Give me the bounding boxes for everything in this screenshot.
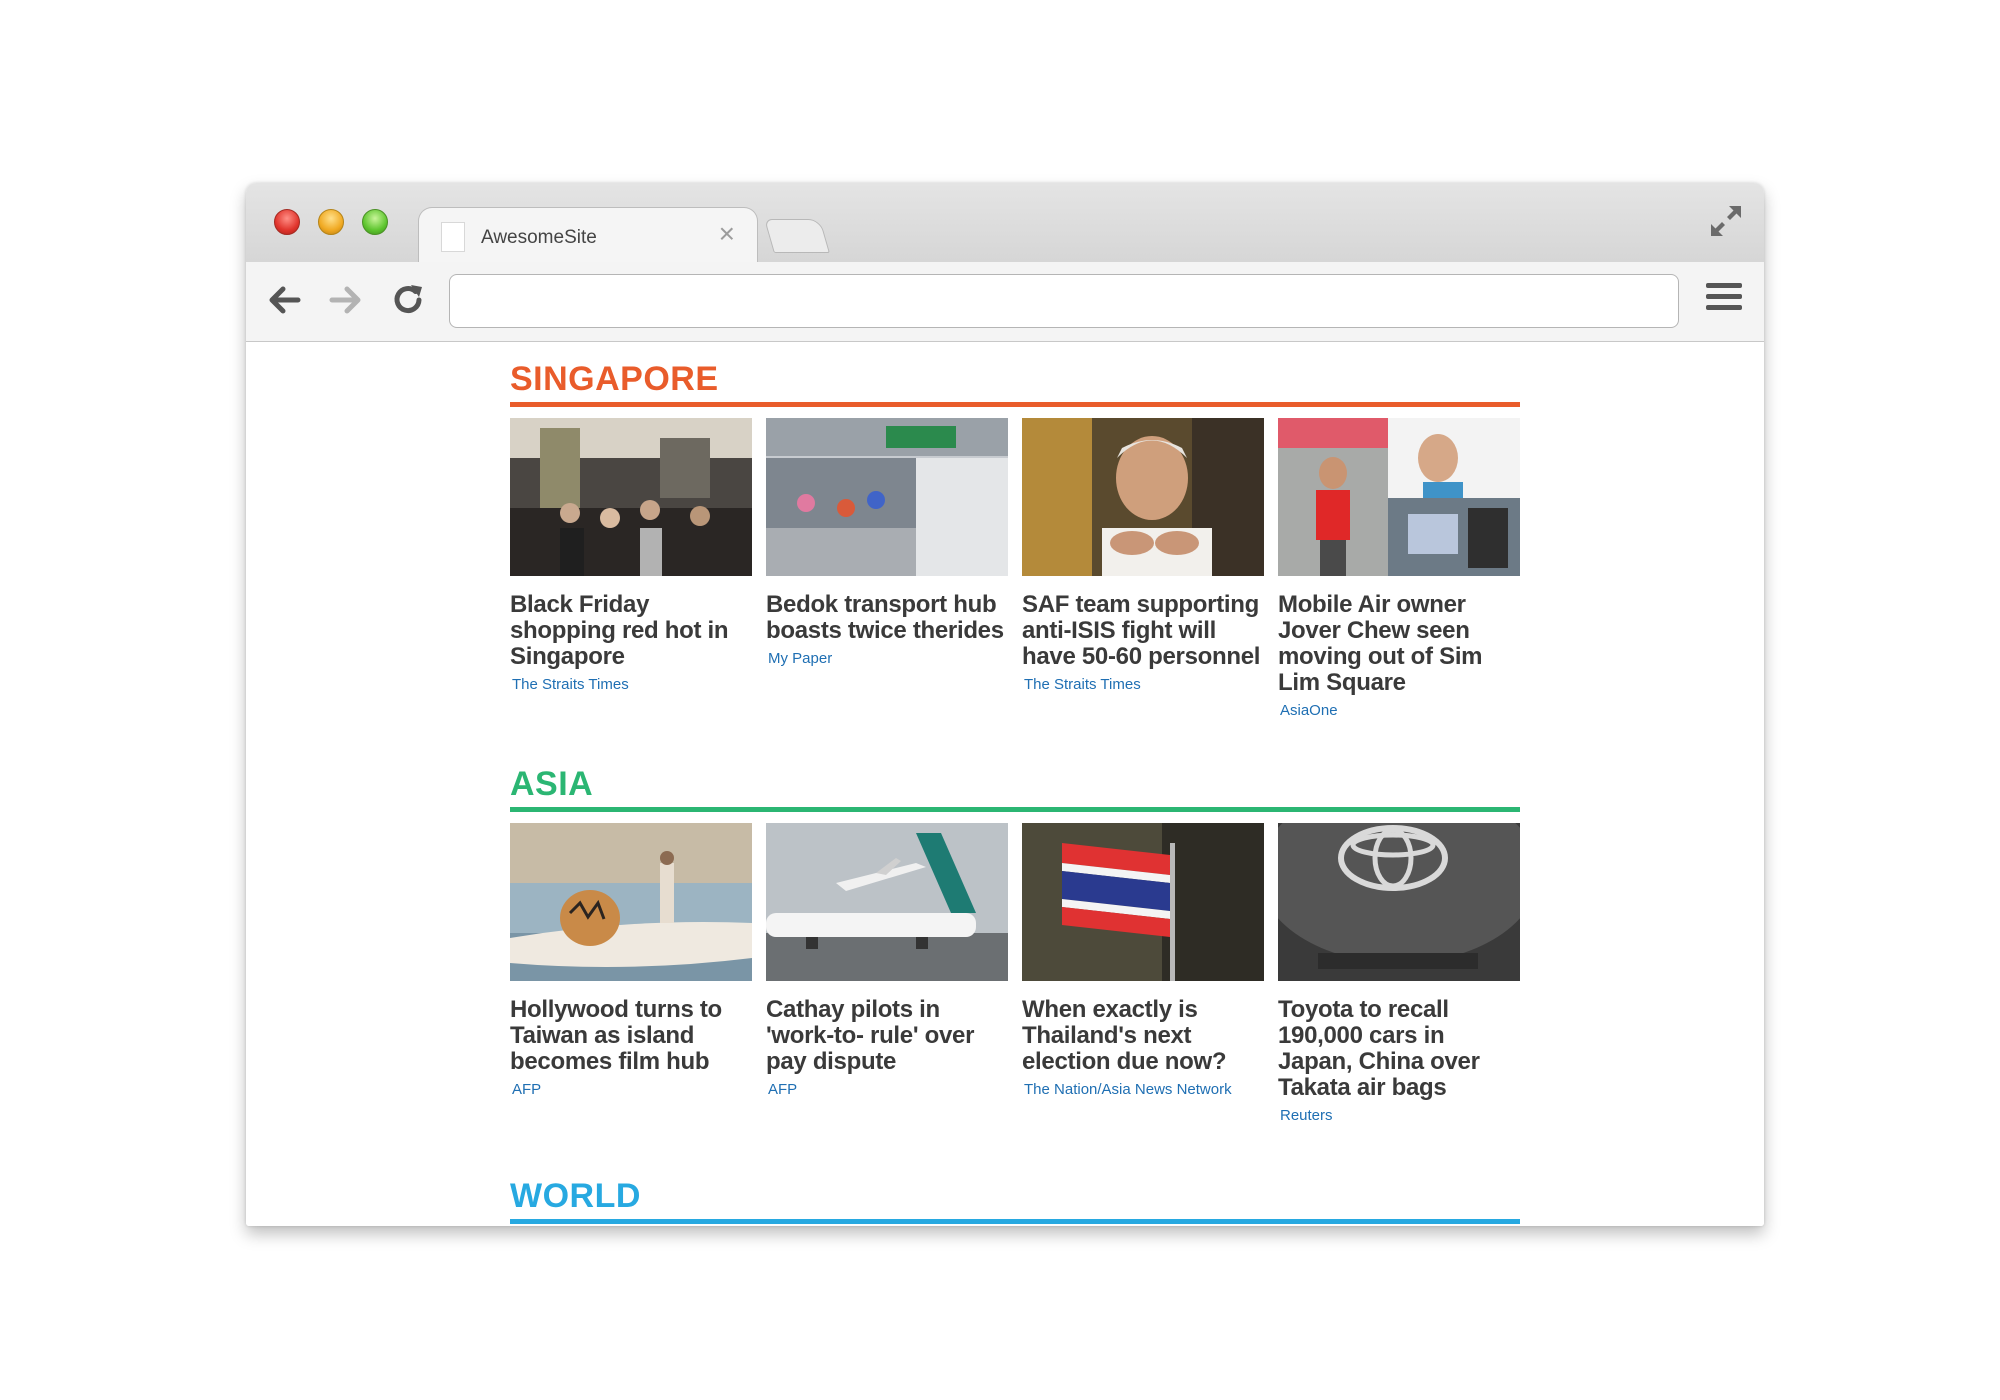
minimize-window-button[interactable]	[318, 209, 344, 235]
story-source[interactable]: The Straits Times	[510, 676, 752, 693]
section-singapore: SINGAPORE Black Friday shopping red hot …	[510, 362, 1520, 719]
forward-icon[interactable]	[326, 280, 366, 320]
story-source[interactable]: Reuters	[1278, 1107, 1520, 1124]
story-headline[interactable]: When exactly is Thailand's next election…	[1022, 997, 1264, 1075]
address-bar[interactable]	[449, 274, 1679, 328]
story-source[interactable]: AFP	[510, 1081, 752, 1098]
tab-awesomesite[interactable]: AwesomeSite ×	[418, 207, 758, 265]
story-headline[interactable]: SAF team supporting anti-ISIS fight will…	[1022, 592, 1264, 670]
story-source[interactable]: AsiaOne	[1278, 702, 1520, 719]
section-divider	[510, 1219, 1520, 1224]
section-divider	[510, 402, 1520, 407]
story-headline[interactable]: Toyota to recall 190,000 cars in Japan, …	[1278, 997, 1520, 1101]
story-thumbnail[interactable]	[1278, 418, 1520, 576]
story-headline[interactable]: Mobile Air owner Jover Chew seen moving …	[1278, 592, 1520, 696]
story-thumbnail[interactable]	[510, 418, 752, 576]
section-divider	[510, 807, 1520, 812]
story-card[interactable]: Black Friday shopping red hot in Singapo…	[510, 418, 752, 719]
reload-icon[interactable]	[388, 280, 428, 320]
story-thumbnail[interactable]	[766, 823, 1008, 981]
fullscreen-icon[interactable]	[1708, 203, 1744, 239]
story-thumbnail[interactable]	[510, 823, 752, 981]
section-asia: ASIA Hollywood turns to Taiwan as island	[510, 767, 1539, 1124]
story-headline[interactable]: Bedok transport hub boasts twice theride…	[766, 592, 1008, 644]
page-content: SINGAPORE Black Friday shopping red hot …	[246, 342, 1764, 1226]
story-list: Hollywood turns to Taiwan as island beco…	[510, 783, 1539, 1124]
toolbar	[246, 262, 1764, 342]
zoom-window-button[interactable]	[362, 209, 388, 235]
section-title[interactable]: WORLD	[510, 1179, 1520, 1215]
story-thumbnail[interactable]	[766, 418, 1008, 576]
section-title[interactable]: SINGAPORE	[510, 362, 1520, 398]
story-source[interactable]: The Nation/Asia News Network	[1022, 1081, 1264, 1098]
story-headline[interactable]: Hollywood turns to Taiwan as island beco…	[510, 997, 752, 1075]
story-list: Black Friday shopping red hot in Singapo…	[510, 418, 1520, 719]
story-headline[interactable]: Black Friday shopping red hot in Singapo…	[510, 592, 752, 670]
story-thumbnail[interactable]	[1022, 823, 1264, 981]
story-thumbnail[interactable]	[1259, 783, 1539, 981]
story-card[interactable]: Mobile Air owner Jover Chew seen moving …	[1278, 418, 1520, 719]
story-card[interactable]: Cathay pilots in 'work-to- rule' over pa…	[766, 823, 1008, 1124]
browser-window: AwesomeSite × SINGAPORE Black Friday sho…	[246, 183, 1764, 1226]
close-window-button[interactable]	[274, 209, 300, 235]
title-bar: AwesomeSite ×	[246, 183, 1764, 265]
story-thumbnail[interactable]	[1022, 418, 1264, 576]
section-world: WORLD	[510, 1179, 1520, 1224]
story-source[interactable]: The Straits Times	[1022, 676, 1264, 693]
new-tab-button[interactable]	[764, 219, 830, 253]
story-source[interactable]: My Paper	[766, 650, 1008, 667]
close-icon[interactable]: ×	[719, 220, 735, 248]
story-card[interactable]: Hollywood turns to Taiwan as island beco…	[510, 823, 752, 1124]
story-card[interactable]: SAF team supporting anti-ISIS fight will…	[1022, 418, 1264, 719]
tab-title: AwesomeSite	[481, 227, 597, 248]
story-card[interactable]: Toyota to recall 190,000 cars in Japan, …	[1259, 783, 1539, 1124]
story-source[interactable]: AFP	[766, 1081, 1008, 1098]
menu-icon[interactable]	[1706, 283, 1742, 315]
back-icon[interactable]	[264, 280, 304, 320]
story-headline[interactable]: Cathay pilots in 'work-to- rule' over pa…	[766, 997, 1008, 1075]
page-icon	[441, 222, 465, 252]
section-title[interactable]: ASIA	[510, 767, 1520, 803]
story-card[interactable]: Bedok transport hub boasts twice theride…	[766, 418, 1008, 719]
story-card[interactable]: When exactly is Thailand's next election…	[1022, 823, 1264, 1124]
